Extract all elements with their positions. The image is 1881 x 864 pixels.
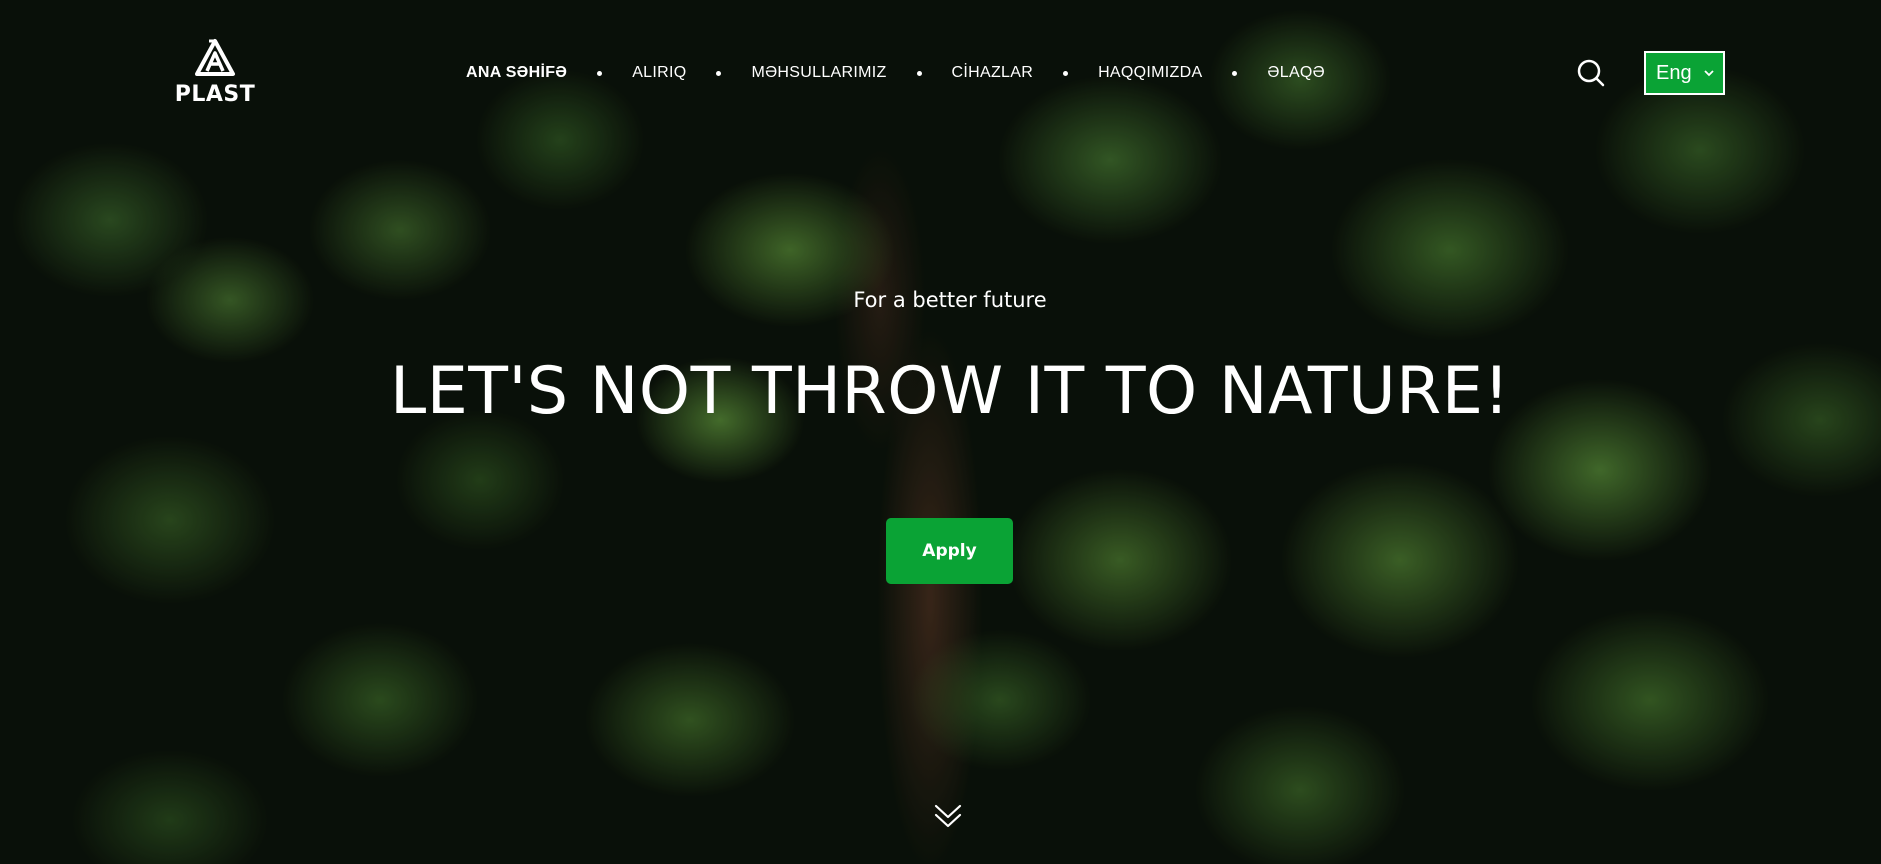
scroll-down-button[interactable]: [933, 800, 963, 832]
recycle-triangle-a-icon: [195, 39, 235, 76]
nav-item-contact[interactable]: ƏLAQƏ: [1267, 64, 1325, 82]
nav-separator: [1063, 70, 1069, 76]
language-selected-value: Eng: [1656, 61, 1692, 84]
search-button[interactable]: [1576, 58, 1606, 88]
logo-link[interactable]: PLAST: [172, 38, 258, 110]
site-header: PLAST ANA SƏHİFƏ ALIRIQ MƏHSULLARIMIZ Cİ…: [0, 0, 1881, 150]
language-select[interactable]: Eng: [1644, 51, 1725, 95]
brand-name: PLAST: [174, 82, 256, 107]
nav-item-devices[interactable]: CİHAZLAR: [952, 64, 1034, 82]
double-chevron-down-icon: [934, 804, 962, 828]
hero-subtitle: For a better future: [853, 288, 1047, 312]
nav-item-home[interactable]: ANA SƏHİFƏ: [466, 64, 567, 82]
nav-separator: [1232, 70, 1238, 76]
main-nav: ANA SƏHİFƏ ALIRIQ MƏHSULLARIMIZ CİHAZLAR…: [466, 60, 1325, 86]
search-icon: [1577, 59, 1605, 87]
nav-separator: [597, 70, 603, 76]
nav-separator: [716, 70, 722, 76]
nav-item-about[interactable]: HAQQIMIZDA: [1098, 64, 1202, 82]
chevron-down-icon: [1704, 70, 1714, 77]
nav-separator: [916, 70, 922, 76]
nav-item-we-buy[interactable]: ALIRIQ: [632, 64, 686, 82]
apply-button[interactable]: Apply: [886, 518, 1013, 584]
hero-headline: LET'S NOT THROW IT TO NATURE!: [390, 354, 1510, 429]
nav-item-products[interactable]: MƏHSULLARIMIZ: [751, 64, 886, 82]
